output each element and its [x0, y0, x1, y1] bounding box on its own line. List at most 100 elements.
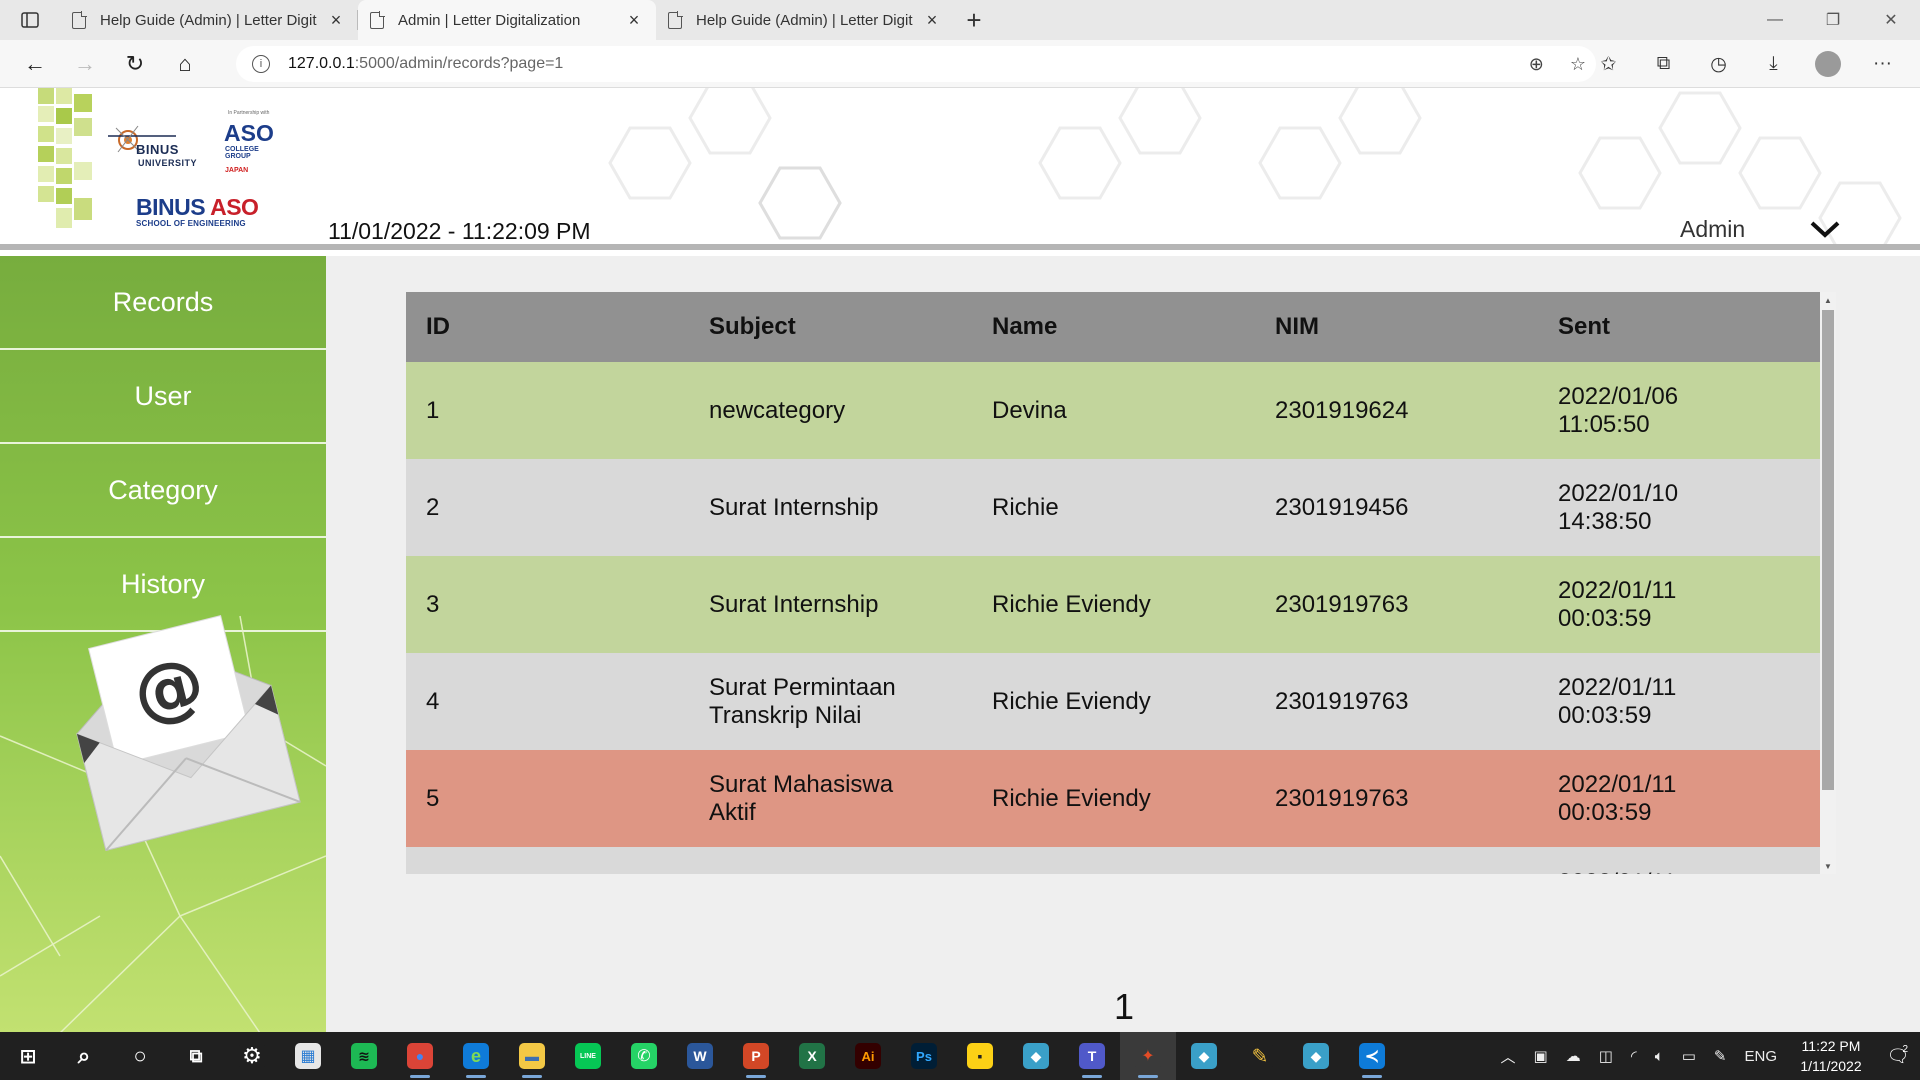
- taskbar-excel-icon[interactable]: X: [784, 1032, 840, 1080]
- close-window-button[interactable]: ✕: [1862, 0, 1920, 40]
- column-header-nim[interactable]: NIM: [1255, 292, 1538, 362]
- scroll-up-arrow-icon[interactable]: ▲: [1820, 292, 1836, 308]
- cell-id: 1: [406, 362, 689, 459]
- taskbar-vscode-icon[interactable]: ≺: [1344, 1032, 1400, 1080]
- cell-id: 3: [406, 556, 689, 653]
- taskbar-search-icon[interactable]: ⌕: [56, 1032, 112, 1080]
- taskbar-line-icon[interactable]: LINE: [560, 1032, 616, 1080]
- browser-tab-active[interactable]: Admin | Letter Digitalization ×: [358, 0, 656, 40]
- new-tab-button[interactable]: +: [954, 0, 994, 40]
- volume-icon[interactable]: 🔈︎: [1655, 1048, 1664, 1065]
- taskbar-start-icon[interactable]: ⊞: [0, 1032, 56, 1080]
- column-header-subject[interactable]: Subject: [689, 292, 972, 362]
- tray-app-icon[interactable]: ▣: [1534, 1047, 1548, 1065]
- taskbar-store-icon[interactable]: ▦: [280, 1032, 336, 1080]
- taskbar-whatsapp-icon[interactable]: ✆: [616, 1032, 672, 1080]
- restore-button[interactable]: ❐: [1804, 0, 1862, 40]
- cell-sent: 2022/01/11: [1538, 847, 1820, 874]
- tab-close-button[interactable]: ×: [624, 10, 644, 31]
- taskbar-settings-icon[interactable]: ⚙: [224, 1032, 280, 1080]
- tab-close-button[interactable]: ×: [326, 10, 346, 31]
- scroll-down-arrow-icon[interactable]: ▼: [1820, 858, 1836, 874]
- downloads-icon[interactable]: ⤓: [1746, 44, 1801, 84]
- taskbar-teams-icon[interactable]: T: [1064, 1032, 1120, 1080]
- taskbar-app-icon[interactable]: ◆: [1008, 1032, 1064, 1080]
- history-icon[interactable]: ◷: [1691, 44, 1746, 84]
- tab-actions-button[interactable]: [0, 0, 60, 40]
- taskbar-illustrator-icon[interactable]: Ai: [840, 1032, 896, 1080]
- taskbar-task-view-icon[interactable]: ⧉: [168, 1032, 224, 1080]
- browser-tab[interactable]: Help Guide (Admin) | Letter Digit ×: [656, 0, 954, 40]
- main-content: ID Subject Name NIM Sent 1 newcategory Dev…: [326, 256, 1920, 1033]
- tray-overflow-icon[interactable]: ︿: [1501, 1046, 1516, 1067]
- taskbar-pencil-icon[interactable]: ✎: [1232, 1032, 1288, 1080]
- sticky-notes-icon: ▪: [967, 1043, 993, 1069]
- word-icon: W: [687, 1043, 713, 1069]
- tab-close-button[interactable]: ×: [922, 10, 942, 31]
- sidebar-item-category[interactable]: Category: [0, 444, 326, 538]
- taskbar-cortana-icon[interactable]: ○: [112, 1032, 168, 1080]
- table-row[interactable]: 3 Surat Internship Richie Eviendy 230191976…: [406, 556, 1820, 653]
- table-row[interactable]: 1 newcategory Devina 2301919624 2022/01/06 11…: [406, 362, 1820, 459]
- chevron-down-icon[interactable]: [1808, 214, 1842, 244]
- language-indicator[interactable]: ENG: [1744, 1048, 1777, 1065]
- minimize-button[interactable]: —: [1746, 0, 1804, 40]
- mail-envelope-icon: @: [0, 615, 326, 1033]
- table-row[interactable]: 2022/01/11: [406, 847, 1820, 874]
- taskbar-sticky-notes-icon[interactable]: ▪: [952, 1032, 1008, 1080]
- spotify-icon: ≋: [351, 1043, 377, 1069]
- pen-icon[interactable]: ✎: [1714, 1047, 1727, 1065]
- address-bar[interactable]: i 127.0.0.1:5000/admin/records?page=1 ⊕ …: [236, 46, 1596, 82]
- forward-button[interactable]: →: [60, 44, 110, 84]
- table-scrollbar[interactable]: ▲ ▼: [1820, 292, 1836, 874]
- wifi-icon[interactable]: ◜: [1631, 1047, 1637, 1065]
- cell-name: [972, 847, 1255, 874]
- column-header-sent[interactable]: Sent: [1538, 292, 1820, 362]
- collections-icon[interactable]: ⧉: [1636, 44, 1691, 84]
- site-info-icon[interactable]: i: [252, 55, 270, 73]
- taskbar-word-icon[interactable]: W: [672, 1032, 728, 1080]
- taskbar-app-icon[interactable]: ◆: [1176, 1032, 1232, 1080]
- site-header: BINUS UNIVERSITY In Partnership with ASO…: [0, 88, 1920, 250]
- sidebar-item-user[interactable]: User: [0, 350, 326, 444]
- home-button[interactable]: ⌂: [160, 44, 210, 84]
- browser-tab[interactable]: Help Guide (Admin) | Letter Digit ×: [60, 0, 358, 40]
- table-row[interactable]: 4 Surat Permintaan Transkrip Nilai Richie E…: [406, 653, 1820, 750]
- school-subtitle: SCHOOL OF ENGINEERING: [136, 219, 246, 228]
- decorative-squares: [38, 88, 92, 228]
- page-number-link[interactable]: 1: [1114, 986, 1134, 1028]
- taskbar-edge-icon[interactable]: e: [448, 1032, 504, 1080]
- back-button[interactable]: ←: [10, 44, 60, 84]
- table-row[interactable]: 2 Surat Internship Richie 2301919456 2022/01…: [406, 459, 1820, 556]
- onedrive-icon[interactable]: ☁: [1566, 1047, 1581, 1065]
- zoom-icon[interactable]: ⊕: [1529, 54, 1544, 75]
- more-menu-icon[interactable]: ···: [1855, 44, 1910, 84]
- chrome-icon: ●: [407, 1043, 433, 1069]
- battery-icon[interactable]: ▭: [1682, 1047, 1696, 1065]
- taskbar-clock[interactable]: 11:22 PM 1/11/2022: [1786, 1036, 1876, 1076]
- profile-avatar[interactable]: [1815, 51, 1841, 77]
- scrollbar-thumb[interactable]: [1822, 310, 1834, 790]
- taskbar-photoshop-icon[interactable]: Ps: [896, 1032, 952, 1080]
- school-logo: BINUS ASO SCHOOL OF ENGINEERING: [136, 194, 259, 228]
- table-row[interactable]: 5 Surat Mahasiswa Aktif Richie Eviendy 23019…: [406, 750, 1820, 847]
- university-wordmark: UNIVERSITY: [138, 158, 198, 168]
- clock-time: 11:22 PM: [1801, 1038, 1861, 1054]
- taskbar-app-icon[interactable]: ◆: [1288, 1032, 1344, 1080]
- taskbar-powerpoint-icon[interactable]: P: [728, 1032, 784, 1080]
- refresh-button[interactable]: ↻: [110, 44, 160, 84]
- user-menu-label[interactable]: Admin: [1680, 216, 1745, 243]
- notification-center-icon[interactable]: 🗨︎ 2: [1876, 1044, 1920, 1067]
- taskbar-spotify-icon[interactable]: ≋: [336, 1032, 392, 1080]
- taskbar-file-explorer-icon[interactable]: ▬: [504, 1032, 560, 1080]
- aso-logo: In Partnership with ASO COLLEGE GROUP JAP…: [222, 110, 274, 174]
- favorites-icon[interactable]: ✩: [1581, 44, 1636, 84]
- column-header-name[interactable]: Name: [972, 292, 1255, 362]
- taskbar-python-icon[interactable]: ✦: [1120, 1032, 1176, 1080]
- taskbar-chrome-icon[interactable]: ●: [392, 1032, 448, 1080]
- column-header-id[interactable]: ID: [406, 292, 689, 362]
- sidebar-item-records[interactable]: Records: [0, 256, 326, 350]
- edge-icon: e: [463, 1043, 489, 1069]
- tray-app-icon[interactable]: ◫: [1599, 1047, 1613, 1065]
- app-icon: ◆: [1023, 1043, 1049, 1069]
